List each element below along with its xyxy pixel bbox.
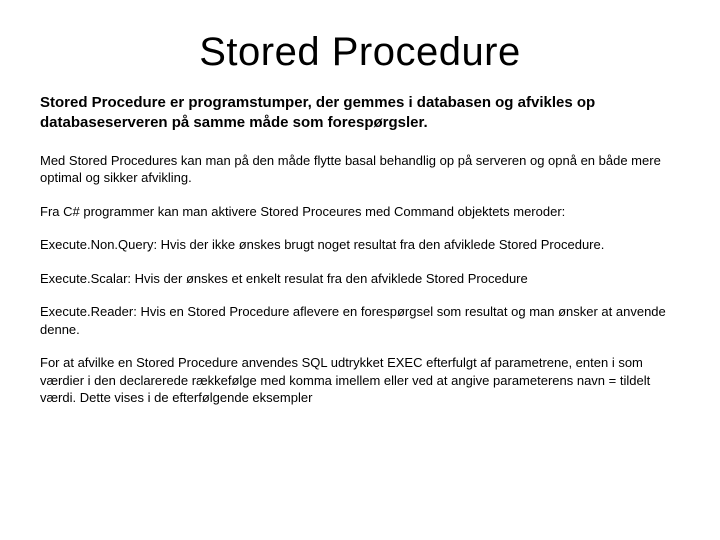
body-paragraph: Med Stored Procedures kan man på den måd… <box>40 152 680 187</box>
body-paragraph: Fra C# programmer kan man aktivere Store… <box>40 203 680 221</box>
body-paragraph: Execute.Non.Query: Hvis der ikke ønskes … <box>40 236 680 254</box>
body-paragraph: Execute.Scalar: Hvis der ønskes et enkel… <box>40 270 680 288</box>
page-title: Stored Procedure <box>40 30 680 75</box>
slide: Stored Procedure Stored Procedure er pro… <box>0 0 720 540</box>
intro-paragraph: Stored Procedure er programstumper, der … <box>40 93 680 134</box>
body-paragraph: For at afvilke en Stored Procedure anven… <box>40 354 680 407</box>
body-paragraph: Execute.Reader: Hvis en Stored Procedure… <box>40 303 680 338</box>
